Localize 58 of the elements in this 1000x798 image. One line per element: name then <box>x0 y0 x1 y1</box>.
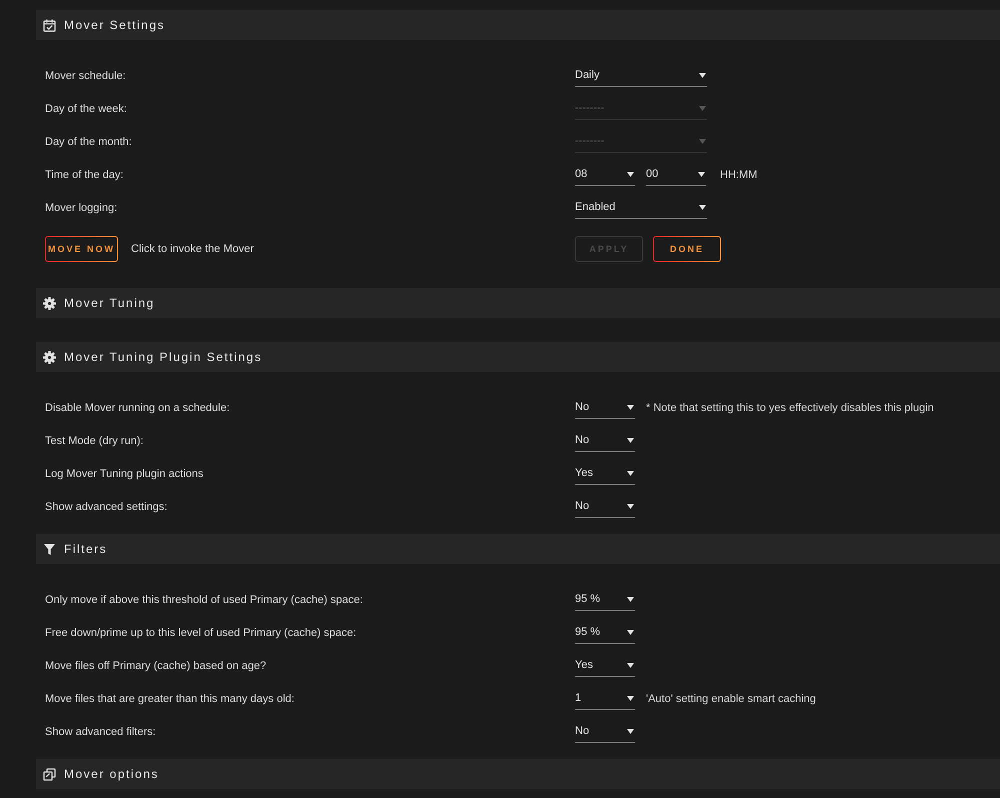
dropdown[interactable]: 95 % <box>575 588 635 610</box>
caret-icon <box>699 106 706 110</box>
dropdown[interactable]: 95 % <box>575 622 635 644</box>
setting-label: Day of the week: <box>45 102 127 114</box>
setting-label: Log Mover Tuning plugin actions <box>45 468 204 480</box>
setting-label: Time of the day: <box>45 168 124 180</box>
caret-icon <box>627 596 634 602</box>
caret-icon <box>627 438 634 442</box>
dropdown[interactable]: No <box>575 496 635 518</box>
dropdown[interactable]: Yes <box>575 462 635 484</box>
calendar-check-icon <box>43 18 56 32</box>
caret-icon <box>627 630 634 634</box>
gear-icon <box>43 350 56 364</box>
setting-note: 'Auto' setting enable smart caching <box>646 692 816 704</box>
dropdown[interactable]: No <box>575 720 635 742</box>
hint-text: Click to invoke the Mover <box>131 242 254 254</box>
gear-icon <box>43 296 56 310</box>
dropdown[interactable]: Yes <box>575 654 635 676</box>
setting-label: Mover logging: <box>45 202 118 214</box>
caret-icon <box>699 204 706 210</box>
section-title: Mover options <box>64 767 159 781</box>
setting-label: Disable Mover running on a schedule: <box>45 402 230 414</box>
caret-icon <box>627 728 634 734</box>
caret-icon <box>699 72 706 78</box>
section-title: Mover Tuning <box>64 296 155 310</box>
dropdown[interactable]: Daily <box>575 64 707 86</box>
caret-icon <box>627 404 634 410</box>
setting-label: Only move if above this threshold of used Primary (cache) space: <box>45 594 363 606</box>
setting-label: Move files that are greater than this many days old: <box>45 692 294 704</box>
dropdown[interactable]: No <box>575 396 635 418</box>
setting-label: Show advanced settings: <box>45 500 168 512</box>
caret-icon <box>627 662 634 668</box>
caret-icon <box>698 172 705 176</box>
setting-label: Move files off Primary (cache) based on age? <box>45 660 266 672</box>
setting-label: Test Mode (dry run): <box>45 434 144 446</box>
dropdown[interactable]: 08 <box>575 164 635 186</box>
section-title: Mover Settings <box>64 18 166 32</box>
move-now-button[interactable]: MOVE NOW <box>45 236 118 262</box>
section-title: Filters <box>64 542 108 556</box>
overlapping-squares-icon <box>43 768 56 780</box>
dropdown[interactable]: No <box>575 430 635 452</box>
caret-icon <box>699 138 706 144</box>
done-button[interactable]: DONE <box>653 236 721 262</box>
setting-note: * Note that setting this to yes effectively disables this plugin <box>646 402 934 414</box>
caret-icon <box>627 696 634 700</box>
section-title: Mover Tuning Plugin Settings <box>64 350 262 364</box>
filter-icon <box>43 542 56 556</box>
setting-label: Day of the month: <box>45 136 132 148</box>
setting-label: Mover schedule: <box>45 70 126 82</box>
setting-label: Show advanced filters: <box>45 726 156 738</box>
dropdown[interactable]: Enabled <box>575 196 707 218</box>
caret-icon <box>627 470 634 476</box>
caret-icon <box>627 504 634 508</box>
dropdown[interactable]: 1 <box>575 688 635 710</box>
dropdown[interactable]: 00 <box>646 164 706 186</box>
caret-icon <box>627 172 634 176</box>
time-format-label: HH:MM <box>720 168 758 180</box>
setting-label: Free down/prime up to this level of used Primary (cache) space: <box>45 626 356 638</box>
